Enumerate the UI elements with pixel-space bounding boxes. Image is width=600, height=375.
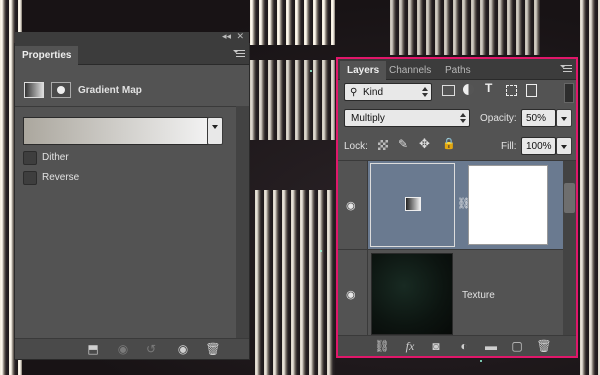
opacity-input[interactable]: 50% (521, 109, 556, 127)
filter-pixel-icon[interactable] (442, 85, 455, 96)
panel-drag-bar[interactable]: ◂◂ ✕ (15, 31, 249, 44)
lock-transparent-pixels-icon[interactable] (378, 140, 388, 150)
dither-label: Dither (42, 152, 69, 163)
texture-layer-thumbnail (371, 253, 453, 335)
stripe-band (250, 0, 335, 45)
layers-scrollbar[interactable] (563, 161, 576, 337)
stripe-band (390, 0, 540, 55)
new-adjustment-layer-icon[interactable]: ◐ (456, 339, 472, 353)
divider (367, 250, 368, 337)
filter-smart-object-icon[interactable] (526, 84, 537, 97)
layers-footer: ⛓ fx ◙ ◐ ▬ ▢ 🗑 (338, 335, 576, 356)
star (310, 70, 312, 72)
fill-value: 100% (526, 141, 552, 152)
new-group-folder-icon[interactable]: ▬ (483, 339, 499, 353)
properties-scrollbar[interactable] (236, 106, 249, 339)
gradient-map-icon (405, 197, 421, 211)
mask-icon[interactable] (51, 82, 71, 98)
fill-label: Fill: (501, 141, 517, 152)
opacity-label: Opacity: (480, 113, 517, 124)
opacity-dropdown-button[interactable] (556, 109, 572, 127)
blend-mode-value: Multiply (351, 113, 385, 124)
properties-panel: ◂◂ ✕ Properties Gradient Map Dither Reve… (14, 31, 250, 360)
star (480, 360, 482, 362)
lock-image-pixels-icon[interactable]: ✎ (398, 137, 408, 151)
select-arrows-icon (422, 87, 428, 97)
fill-input[interactable]: 100% (521, 137, 556, 155)
opacity-value: 50% (526, 113, 547, 124)
filter-kind-select[interactable]: ⚲ Kind (344, 83, 432, 101)
gradient-picker[interactable] (23, 117, 209, 145)
add-mask-icon[interactable]: ◙ (428, 339, 444, 353)
lock-all-icon[interactable]: 🔒 (442, 137, 456, 150)
layer-row[interactable]: ◉ ⛓ (338, 161, 563, 250)
view-previous-state-icon[interactable]: ◉ (115, 342, 131, 356)
reverse-checkbox[interactable] (23, 171, 37, 185)
clip-to-layer-icon[interactable]: ⬒ (85, 342, 101, 356)
adjustment-layer-thumbnail (370, 163, 455, 247)
layer-list: ◉ ⛓ ◉ Texture (338, 161, 563, 337)
visibility-eye-icon[interactable]: ◉ (346, 288, 356, 301)
tab-paths[interactable]: Paths (438, 61, 478, 80)
close-icon[interactable]: ✕ (236, 31, 244, 42)
layer-mask-thumbnail[interactable] (468, 165, 548, 245)
dither-checkbox[interactable] (23, 151, 37, 165)
layers-tabbar: Layers Channels Paths (338, 59, 576, 80)
adjustment-title: Gradient Map (78, 85, 142, 96)
tab-properties[interactable]: Properties (15, 46, 79, 65)
reverse-label: Reverse (42, 172, 80, 183)
filter-toggle[interactable] (564, 83, 574, 103)
adjustment-icon (24, 82, 44, 98)
search-icon: ⚲ (350, 87, 358, 98)
fx-layer-style-icon[interactable]: fx (402, 339, 418, 353)
stripe-band (250, 60, 335, 140)
panel-menu-icon[interactable] (560, 63, 572, 73)
filter-adjustment-icon[interactable] (463, 84, 474, 95)
collapse-icon[interactable]: ◂◂ (222, 31, 231, 42)
reset-icon[interactable]: ↺ (143, 342, 159, 356)
tab-layers[interactable]: Layers (340, 61, 387, 80)
layer-name[interactable]: Texture (462, 290, 495, 301)
lock-label: Lock: (344, 141, 368, 152)
tab-channels[interactable]: Channels (382, 61, 438, 80)
layer-row[interactable]: ◉ Texture (338, 250, 563, 337)
properties-footer: ⬒ ◉ ↺ ◉ 🗑 (15, 338, 249, 359)
trash-icon[interactable]: 🗑 (205, 342, 221, 356)
select-arrows-icon (460, 113, 466, 123)
stripe-band (580, 0, 600, 375)
star (320, 250, 322, 252)
properties-tabbar: Properties (15, 44, 249, 65)
visibility-eye-icon[interactable]: ◉ (346, 199, 356, 212)
lock-position-icon[interactable]: ✥ (419, 136, 430, 152)
scrollbar-thumb[interactable] (564, 183, 575, 213)
layers-panel: Layers Channels Paths ⚲ Kind T Multiply … (336, 57, 578, 358)
visibility-eye-icon[interactable]: ◉ (175, 342, 191, 356)
panel-menu-icon[interactable] (233, 48, 245, 58)
blend-mode-select[interactable]: Multiply (344, 109, 470, 127)
stripe-band (255, 190, 335, 375)
filter-type-icon[interactable]: T (485, 81, 501, 97)
divider (15, 106, 249, 107)
gradient-dropdown-button[interactable] (207, 117, 223, 145)
trash-icon[interactable]: 🗑 (536, 339, 552, 353)
filter-shape-icon[interactable] (506, 85, 517, 96)
filter-kind-value: Kind (363, 87, 384, 98)
new-layer-icon[interactable]: ▢ (509, 339, 525, 353)
link-layers-icon[interactable]: ⛓ (374, 339, 390, 353)
fill-dropdown-button[interactable] (556, 137, 572, 155)
